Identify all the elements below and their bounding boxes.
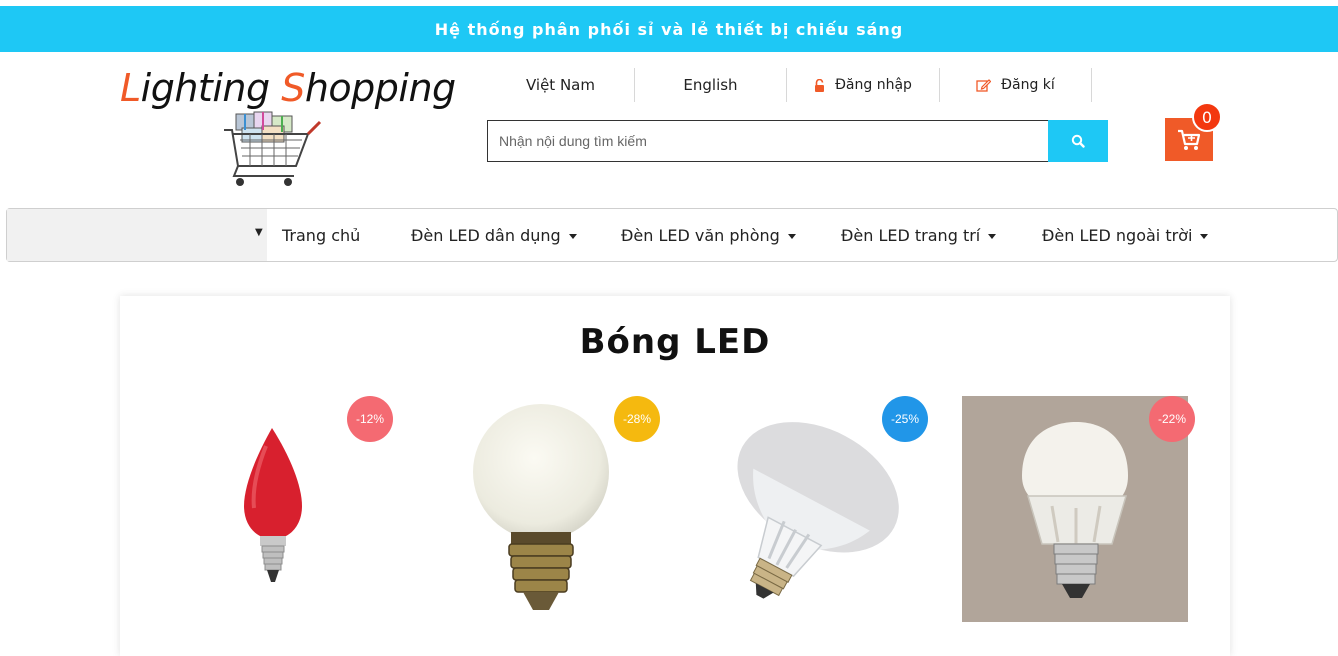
lang-vietnam-link[interactable]: Việt Nam bbox=[487, 68, 635, 102]
lang-english-link[interactable]: English bbox=[635, 68, 787, 102]
section-title: Bóng LED bbox=[579, 322, 771, 362]
search-icon bbox=[1071, 134, 1085, 148]
edit-icon bbox=[976, 78, 992, 92]
site-logo[interactable]: Lighting Shopping bbox=[120, 66, 456, 110]
search-button[interactable] bbox=[1048, 120, 1108, 162]
category-dropdown[interactable]: ▼ bbox=[7, 209, 267, 261]
nav-item-home[interactable]: Trang chủ bbox=[282, 209, 360, 261]
discount-badge: -25% bbox=[882, 396, 928, 442]
announcement-bar: Hệ thống phân phối sỉ và lẻ thiết bị chi… bbox=[0, 6, 1338, 52]
product-card[interactable]: -25% bbox=[697, 396, 928, 622]
cart-icon bbox=[1178, 129, 1201, 150]
caret-down-icon bbox=[988, 233, 997, 239]
announcement-text: Hệ thống phân phối sỉ và lẻ thiết bị chi… bbox=[434, 19, 904, 39]
product-card[interactable]: -22% bbox=[962, 396, 1195, 622]
caret-down-icon bbox=[787, 233, 796, 239]
product-card[interactable]: -28% bbox=[437, 396, 663, 622]
main-navbar: ▼ Trang chủ Đèn LED dân dụng Đèn LED văn… bbox=[6, 208, 1338, 262]
caret-down-icon bbox=[568, 233, 577, 239]
lock-icon bbox=[814, 78, 825, 92]
search-input[interactable]: Nhận nội dung tìm kiếm bbox=[487, 120, 1049, 162]
discount-badge: -28% bbox=[614, 396, 660, 442]
nav-item-decor-led[interactable]: Đèn LED trang trí bbox=[841, 209, 997, 261]
discount-badge: -12% bbox=[347, 396, 393, 442]
login-link[interactable]: Đăng nhập bbox=[787, 68, 940, 102]
discount-badge: -22% bbox=[1149, 396, 1195, 442]
product-card[interactable]: -12% bbox=[170, 396, 396, 622]
nav-item-office-led[interactable]: Đèn LED văn phòng bbox=[621, 209, 796, 261]
nav-item-outdoor-led[interactable]: Đèn LED ngoài trời bbox=[1042, 209, 1209, 261]
caret-down-icon: ▼ bbox=[255, 227, 263, 238]
register-link[interactable]: Đăng kí bbox=[940, 68, 1092, 102]
cart-count-badge: 0 bbox=[1192, 102, 1222, 132]
nav-item-residential-led[interactable]: Đèn LED dân dụng bbox=[411, 209, 577, 261]
shopping-cart-logo-icon bbox=[224, 111, 322, 186]
caret-down-icon bbox=[1200, 233, 1209, 239]
